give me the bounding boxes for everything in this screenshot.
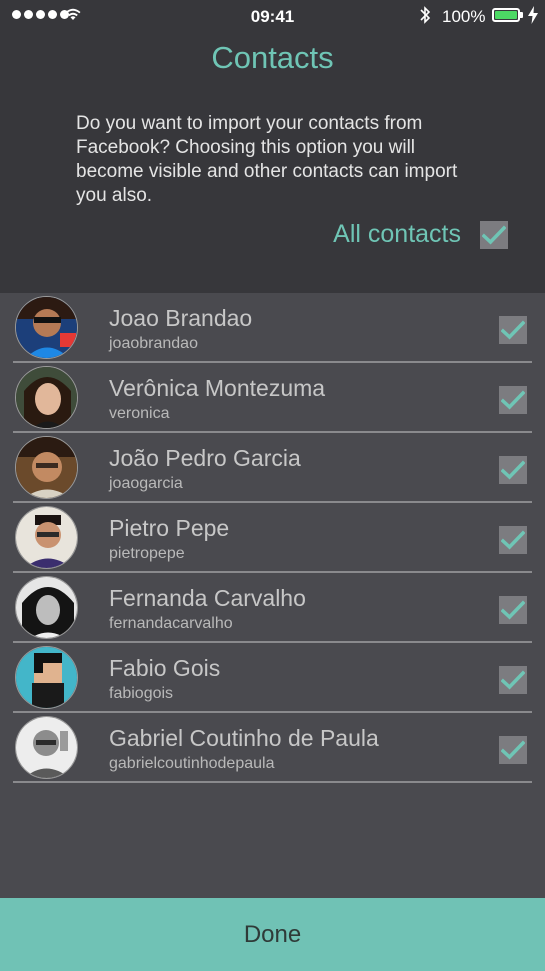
done-button[interactable]: Done (0, 898, 545, 971)
all-contacts-label: All contacts (333, 220, 461, 248)
contact-row[interactable]: Gabriel Coutinho de Paula gabrielcoutinh… (0, 713, 545, 783)
contact-checkbox[interactable] (499, 736, 527, 764)
charging-icon (528, 6, 538, 29)
checkmark-icon (501, 670, 525, 690)
avatar (15, 366, 78, 429)
header: 09:41 100% Contacts Do you want to impor… (0, 0, 545, 293)
contact-username: gabrielcoutinhodepaula (109, 755, 275, 772)
checkmark-icon (501, 320, 525, 340)
contact-name: Fabio Gois (109, 655, 221, 681)
contact-row[interactable]: Verônica Montezuma veronica (0, 363, 545, 433)
contact-name: Gabriel Coutinho de Paula (109, 725, 379, 751)
avatar (15, 436, 78, 499)
contact-username: veronica (109, 405, 170, 422)
avatar (15, 716, 78, 779)
battery-percent: 100% (442, 7, 486, 26)
contact-row[interactable]: Fabio Gois fabiogois (0, 643, 545, 713)
contact-name: Verônica Montezuma (109, 375, 326, 401)
contact-row[interactable]: João Pedro Garcia joaogarcia (0, 433, 545, 503)
contact-name: Fernanda Carvalho (109, 585, 306, 611)
battery-tip (520, 12, 523, 18)
all-contacts-checkbox[interactable] (480, 221, 508, 249)
contact-row[interactable]: Pietro Pepe pietropepe (0, 503, 545, 573)
contact-checkbox[interactable] (499, 596, 527, 624)
contact-row[interactable]: Joao Brandao joaobrandao (0, 293, 545, 363)
checkmark-icon (501, 740, 525, 760)
contact-checkbox[interactable] (499, 456, 527, 484)
page-title: Contacts (211, 40, 334, 75)
contact-name: Pietro Pepe (109, 515, 230, 541)
contacts-list: Joao Brandao joaobrandao Verônica Montez… (0, 293, 545, 898)
contact-username: fernandacarvalho (109, 615, 233, 632)
contact-checkbox[interactable] (499, 316, 527, 344)
avatar (15, 576, 78, 639)
checkmark-icon (501, 460, 525, 480)
contact-checkbox[interactable] (499, 386, 527, 414)
contact-username: pietropepe (109, 545, 185, 562)
contact-checkbox[interactable] (499, 526, 527, 554)
contact-checkbox[interactable] (499, 666, 527, 694)
contact-username: joaobrandao (109, 335, 198, 352)
checkmark-icon (501, 600, 525, 620)
checkmark-icon (482, 225, 506, 245)
import-description: Do you want to import your contacts from… (76, 113, 458, 206)
status-bar: 09:41 100% (0, 0, 545, 34)
checkmark-icon (501, 390, 525, 410)
bluetooth-icon (418, 5, 432, 30)
contact-name: João Pedro Garcia (109, 445, 301, 471)
checkmark-icon (501, 530, 525, 550)
divider (13, 781, 532, 783)
contact-username: fabiogois (109, 685, 174, 702)
battery-icon (492, 8, 520, 22)
contact-name: Joao Brandao (109, 305, 253, 331)
contact-row[interactable]: Fernanda Carvalho fernandacarvalho (0, 573, 545, 643)
avatar (15, 646, 78, 709)
contact-username: joaogarcia (109, 475, 183, 492)
avatar (15, 506, 78, 569)
avatar (15, 296, 78, 359)
